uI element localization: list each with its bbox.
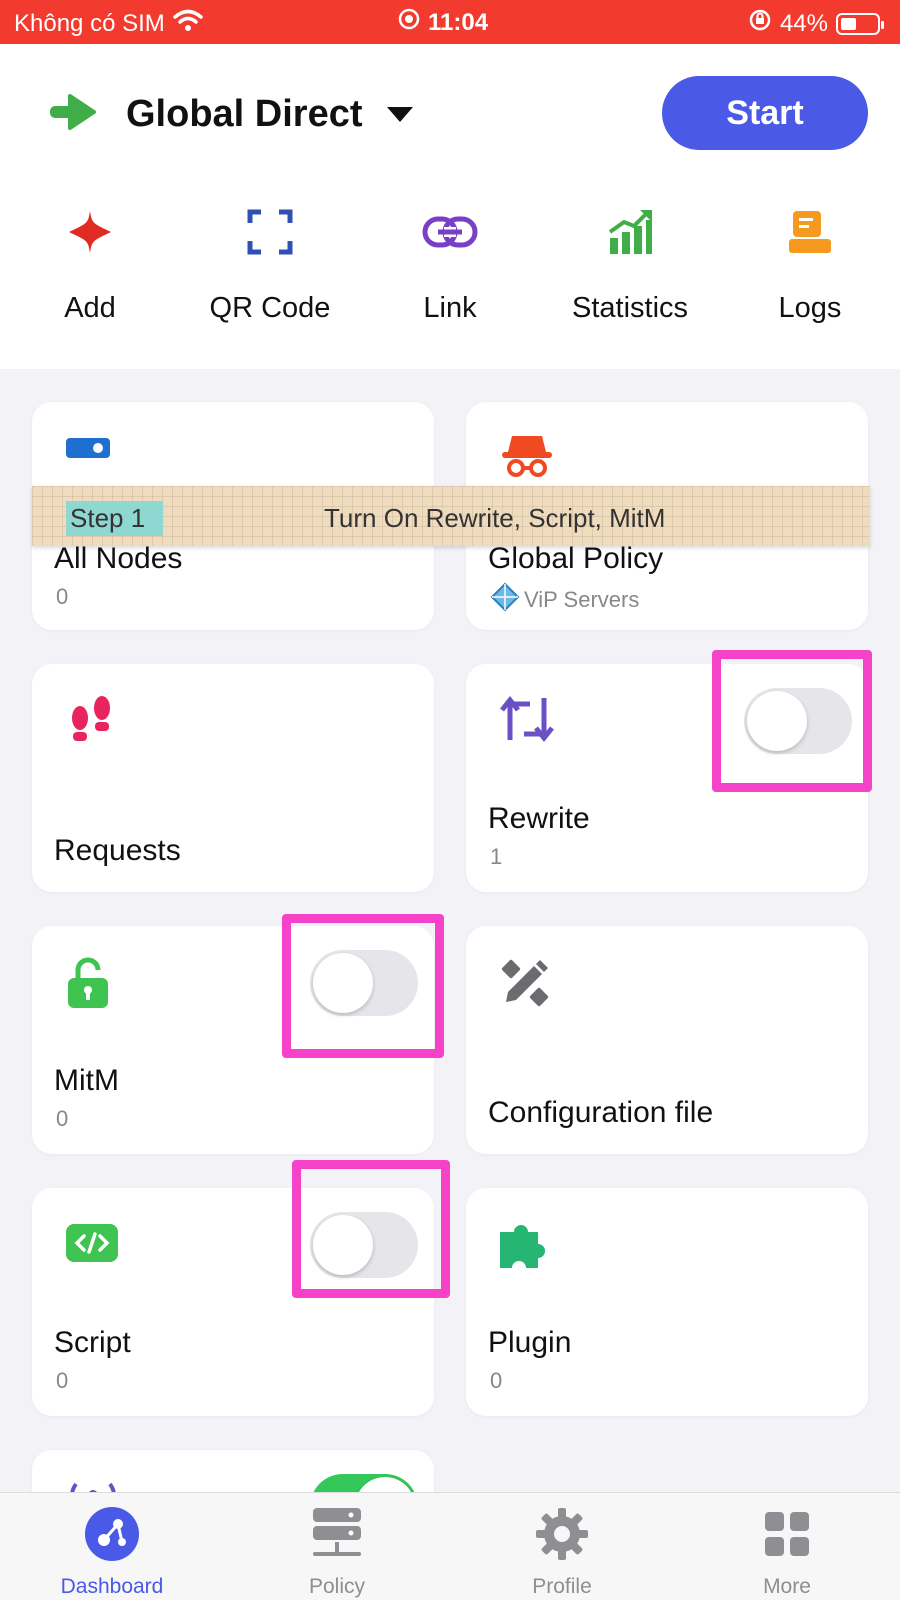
status-bar: Không có SIM 11:04 44% — [0, 0, 900, 44]
card-count: 0 — [490, 1368, 503, 1393]
logs-button[interactable]: Logs — [725, 204, 895, 325]
card-count: 0 — [56, 1106, 69, 1131]
link-icon — [422, 216, 478, 253]
header: Global Direct Start Add QR Code Link Sta… — [0, 44, 900, 369]
record-icon — [398, 8, 420, 37]
tab-profile[interactable]: Profile — [472, 1507, 652, 1599]
policy-title: Global Direct — [126, 93, 363, 135]
link-button[interactable]: Link — [365, 204, 535, 325]
edit-tools-icon — [500, 958, 550, 1013]
step-instruction: Turn On Rewrite, Script, MitM — [324, 503, 666, 533]
tab-label: Policy — [308, 1575, 366, 1598]
card-title: Rewrite — [488, 802, 590, 835]
battery-icon — [836, 12, 884, 35]
tab-dashboard[interactable]: Dashboard — [22, 1506, 202, 1599]
card-count: 0 — [56, 584, 69, 609]
battery-percent: 44% — [779, 9, 828, 37]
tab-label: Dashboard — [60, 1575, 164, 1598]
add-button[interactable]: Add — [5, 204, 175, 325]
puzzle-piece-icon — [496, 1218, 550, 1277]
card-count: 0 — [56, 1368, 69, 1393]
orientation-lock-icon — [748, 8, 772, 39]
carrier-label: Không có SIM — [14, 9, 165, 37]
action-label: QR Code — [209, 292, 331, 324]
tab-bar: Dashboard Policy Profile More — [0, 1492, 900, 1600]
card-title: All Nodes — [54, 542, 183, 575]
action-label: Add — [64, 292, 116, 324]
rewrite-arrows-icon — [500, 694, 554, 749]
card-title: Configuration file — [488, 1096, 714, 1129]
action-label: Logs — [778, 292, 842, 324]
start-button[interactable]: Start — [662, 76, 868, 150]
requests-card[interactable]: Requests — [32, 664, 434, 892]
grid-icon — [763, 1510, 811, 1563]
footprints-icon — [66, 694, 116, 749]
gear-icon — [534, 1506, 590, 1567]
dashboard-icon — [84, 1506, 140, 1567]
chart-icon — [606, 208, 654, 261]
policy-selector[interactable]: Global Direct — [48, 92, 413, 137]
step-annotation: Step 1 Turn On Rewrite, Script, MitM — [32, 486, 870, 546]
arrow-right-icon — [48, 92, 96, 137]
wifi-icon — [173, 8, 203, 39]
card-title: Plugin — [488, 1326, 572, 1359]
toggle-switch-icon — [66, 436, 110, 465]
battery-level — [841, 17, 856, 30]
server-icon — [311, 1506, 363, 1567]
plus-icon — [67, 209, 113, 260]
card-title: Global Policy — [488, 542, 664, 575]
card-title: Requests — [54, 834, 181, 867]
step-label: Step 1 — [66, 501, 164, 536]
qr-code-button[interactable]: QR Code — [185, 204, 355, 325]
action-label: Statistics — [571, 292, 689, 324]
configuration-file-card[interactable]: Configuration file — [466, 926, 868, 1154]
card-count: 1 — [490, 844, 503, 869]
unlock-icon — [66, 956, 110, 1015]
statistics-button[interactable]: Statistics — [545, 204, 715, 325]
global-policy-value: ViP Servers — [524, 587, 640, 612]
incognito-icon — [500, 432, 554, 483]
card-title: MitM — [54, 1064, 119, 1097]
card-title: Script — [54, 1326, 131, 1359]
tab-label: Profile — [532, 1575, 592, 1598]
code-icon — [66, 1224, 118, 1267]
logs-icon — [787, 209, 833, 260]
qr-scan-icon — [247, 209, 293, 260]
highlight-mitm — [282, 914, 444, 1058]
chevron-down-icon — [386, 107, 413, 122]
highlight-script — [292, 1160, 450, 1298]
diamond-icon — [490, 582, 520, 618]
action-label: Link — [423, 292, 477, 324]
tab-label: More — [763, 1575, 811, 1598]
clock: 11:04 — [428, 8, 489, 36]
tab-more[interactable]: More — [697, 1507, 877, 1599]
quick-actions: Add QR Code Link Statistics Logs — [0, 204, 900, 334]
plugin-card[interactable]: Plugin 0 — [466, 1188, 868, 1416]
tab-policy[interactable]: Policy — [247, 1507, 427, 1599]
highlight-rewrite — [712, 650, 872, 792]
